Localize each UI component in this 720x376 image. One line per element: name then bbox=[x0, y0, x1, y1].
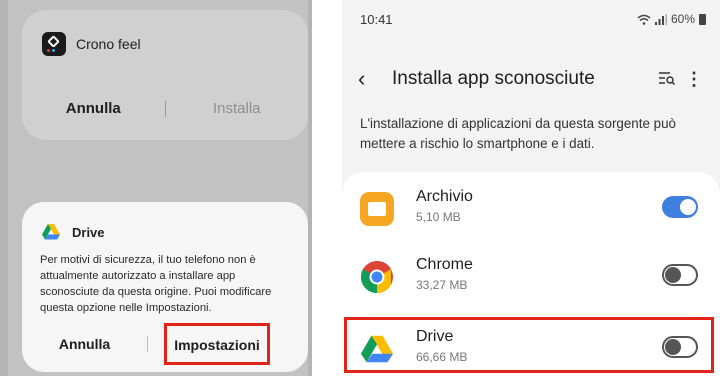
crono-feel-app-icon bbox=[42, 32, 66, 56]
security-dialog: Drive Per motivi di sicurezza, il tuo te… bbox=[22, 202, 308, 372]
signal-icon bbox=[654, 13, 667, 25]
dialog-button-divider bbox=[147, 336, 148, 352]
list-item-chrome[interactable]: Chrome 33,27 MB bbox=[342, 246, 720, 306]
page-title: Installa app sconosciute bbox=[392, 68, 595, 89]
search-list-icon[interactable] bbox=[650, 71, 684, 88]
battery-level: 60% bbox=[670, 12, 695, 26]
app-name: Archivio bbox=[416, 188, 473, 205]
warning-description: L'installazione di applicazioni da quest… bbox=[360, 116, 676, 151]
battery-icon bbox=[699, 13, 706, 25]
app-size: 33,27 MB bbox=[416, 278, 468, 292]
dialog-cancel-button[interactable]: Annulla bbox=[22, 336, 147, 352]
install-card-buttons: Annulla Installa bbox=[22, 100, 308, 117]
app-name: Chrome bbox=[416, 256, 473, 273]
app-list: Archivio 5,10 MB Chrome 33,27 MB Drive 6… bbox=[342, 172, 720, 376]
left-screenshot: Crono feel Annulla Installa Drive Per mo… bbox=[0, 0, 312, 376]
install-app-name: Crono feel bbox=[76, 36, 141, 52]
archivio-toggle[interactable] bbox=[662, 196, 698, 218]
list-item-archivio[interactable]: Archivio 5,10 MB bbox=[342, 178, 720, 238]
dialog-settings-button[interactable]: Impostazioni bbox=[164, 323, 270, 365]
cancel-install-button[interactable]: Annulla bbox=[22, 100, 165, 117]
folder-icon bbox=[360, 192, 394, 226]
drive-highlight-box bbox=[344, 317, 714, 373]
status-time: 10:41 bbox=[360, 12, 393, 27]
drive-icon bbox=[42, 224, 60, 240]
status-icons: 60% bbox=[637, 12, 706, 26]
app-bar: ‹ Installa app sconosciute ⋮ bbox=[358, 66, 704, 92]
dimmed-background: Crono feel Annulla Installa Drive Per mo… bbox=[8, 0, 308, 376]
install-card: Crono feel Annulla Installa bbox=[22, 10, 308, 140]
install-app-row: Crono feel bbox=[42, 32, 141, 56]
chrome-toggle[interactable] bbox=[662, 264, 698, 286]
more-vertical-icon[interactable]: ⋮ bbox=[684, 69, 704, 90]
dialog-app-name: Drive bbox=[72, 224, 105, 240]
chrome-icon bbox=[360, 260, 393, 294]
app-size: 5,10 MB bbox=[416, 210, 461, 224]
dialog-message: Per motivi di sicurezza, il tuo telefono… bbox=[40, 254, 272, 314]
dialog-header: Drive bbox=[42, 224, 105, 240]
wifi-icon bbox=[637, 14, 651, 25]
install-button[interactable]: Installa bbox=[166, 100, 309, 117]
right-screenshot: 10:41 60% ‹ Installa app sconosciute ⋮ L… bbox=[342, 0, 720, 376]
back-chevron-icon[interactable]: ‹ bbox=[358, 66, 392, 92]
dialog-buttons: Annulla Impostazioni bbox=[22, 323, 308, 365]
